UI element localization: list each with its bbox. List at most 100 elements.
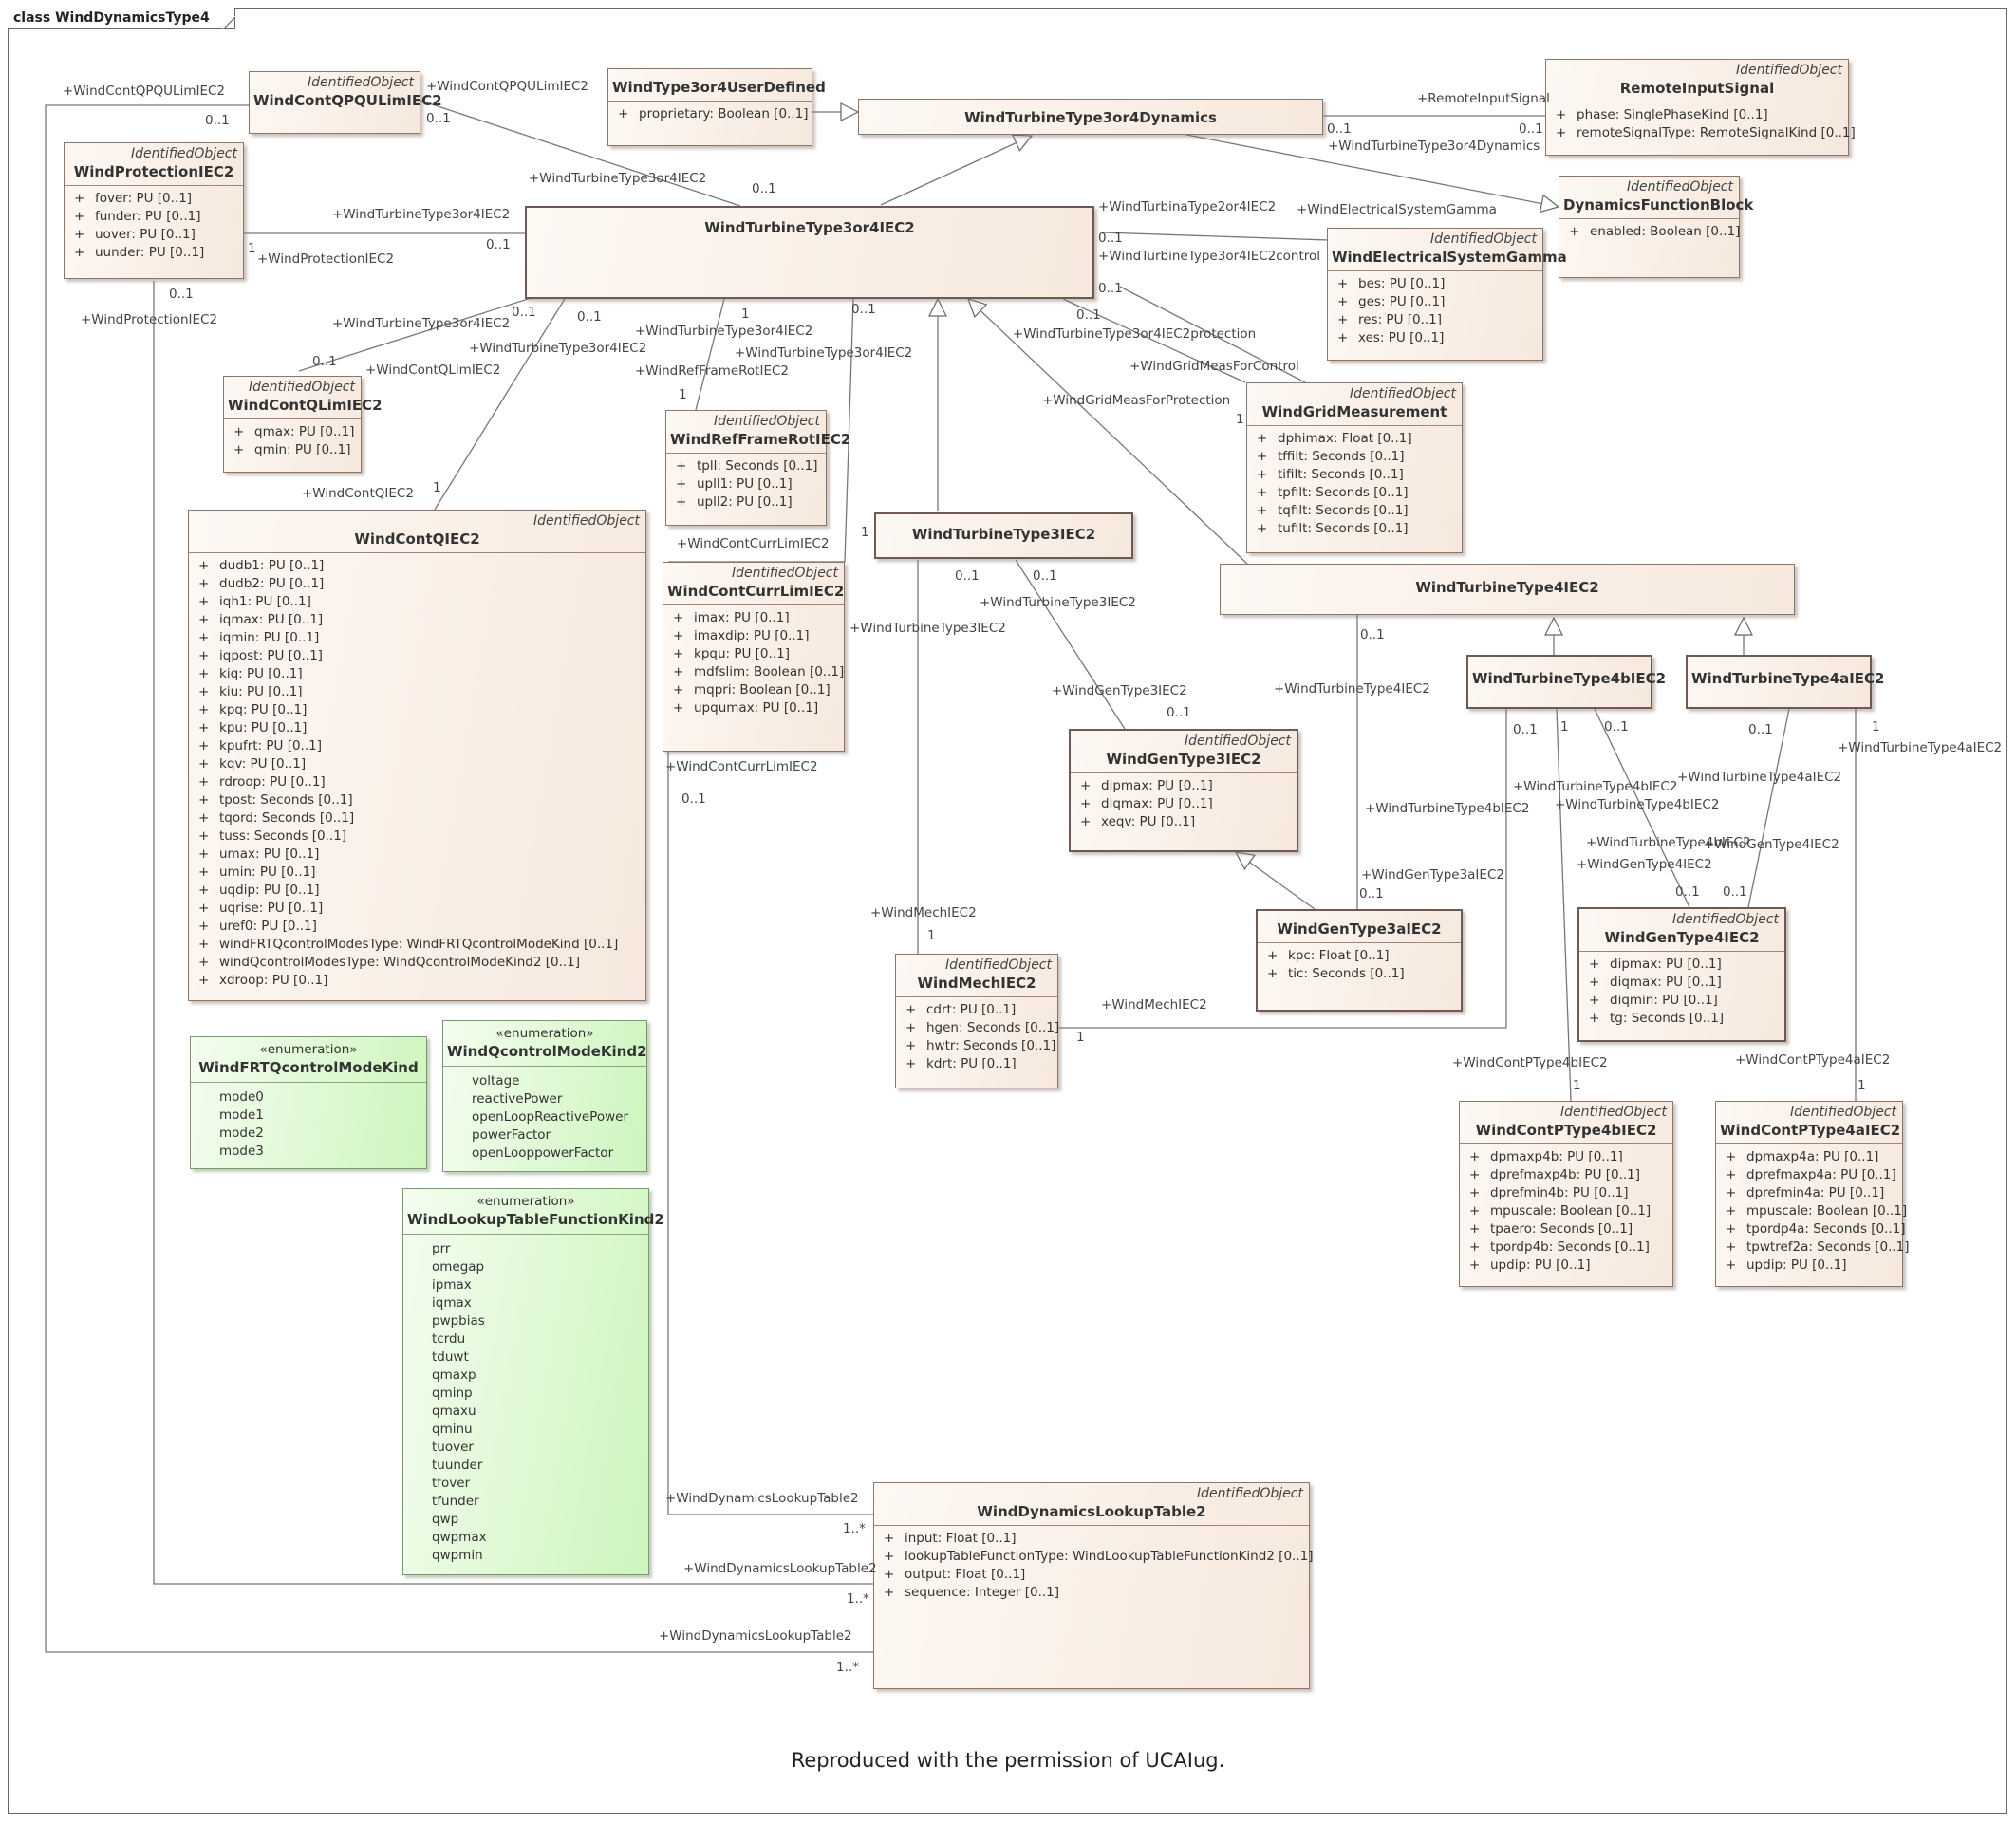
visibility-public: + (1469, 1257, 1481, 1273)
class-name: WindContPType4aIEC2 (1720, 1122, 1901, 1139)
role-label: +WindTurbineType3or4Dynamics (1328, 139, 1540, 154)
role-label: +WindRefFrameRotIEC2 (635, 363, 789, 379)
class-windgentype4iec2[interactable]: IdentifiedObject WindGenType4IEC2 + dipma… (1577, 907, 1786, 1042)
enum-windqcontrolmodekind2[interactable]: «enumeration» WindQcontrolModeKind2 volt… (442, 1020, 647, 1172)
multiplicity-label: 1 (861, 525, 869, 540)
class-windturbinetype4biec2[interactable]: WindTurbineType4bIEC2 (1466, 655, 1666, 709)
class-winddynamicslookuptable2[interactable]: IdentifiedObject WindDynamicsLookupTable… (873, 1482, 1313, 1689)
attribute: + imaxdip: PU [0..1] (663, 627, 844, 645)
class-name: WindDynamicsLookupTable2 (977, 1503, 1206, 1520)
attribute: + tffilt: Seconds [0..1] (1247, 448, 1462, 466)
attribute: + uunder: PU [0..1] (65, 244, 243, 262)
attribute-text: uover: PU [0..1] (95, 227, 196, 242)
enum-literal: mode2 (219, 1125, 264, 1141)
class-windmechiec2[interactable]: IdentifiedObject WindMechIEC2 + cdrt: PU … (895, 954, 1059, 1088)
class-name: WindGenType3aIEC2 (1277, 920, 1442, 938)
enum-windfrtqcontrolmodekind[interactable]: «enumeration» WindFRTQcontrolModeKind mo… (190, 1036, 427, 1169)
attribute-list: + bes: PU [0..1] + ges: PU [0..1] + res: PU [… (1328, 270, 1542, 351)
attribute: + mdfslim: Boolean [0..1] (663, 663, 844, 681)
visibility-public: + (1267, 948, 1279, 963)
multiplicity-label: 0..1 (169, 287, 194, 302)
attribute: + qmax: PU [0..1] (224, 423, 361, 441)
attribute: + tufilt: Seconds [0..1] (1247, 520, 1462, 538)
attribute: + res: PU [0..1] (1328, 311, 1542, 329)
attribute-list: + qmax: PU [0..1] + qmin: PU [0..1] (224, 418, 361, 463)
multiplicity-label: 1 (1857, 1078, 1866, 1093)
class-windturbinetype4aiec2[interactable]: WindTurbineType4aIEC2 (1686, 655, 1884, 709)
attribute-text: tufilt: Seconds [0..1] (1278, 521, 1409, 536)
enum-literal: omegap (432, 1259, 485, 1274)
visibility-public: + (198, 666, 210, 681)
attribute-text: tuss: Seconds [0..1] (219, 828, 347, 844)
visibility-public: + (198, 558, 210, 573)
class-windtype3or4userdefined[interactable]: WindType3or4UserDefined + proprietary: Bo… (607, 68, 826, 146)
enum-literal: tuover (432, 1440, 474, 1455)
enum-windlookuptablefunctionkind2[interactable]: «enumeration» WindLookupTableFunctionKin… (402, 1188, 664, 1575)
class-windcontqiec2[interactable]: IdentifiedObject WindContQIEC2 + dudb1: P… (188, 510, 646, 1001)
attribute-text: kpc: Float [0..1] (1288, 948, 1390, 963)
attribute-text: dipmax: PU [0..1] (1101, 778, 1213, 793)
attribute-text: tpordp4a: Seconds [0..1] (1746, 1221, 1906, 1236)
class-windcontqpqulimiec2[interactable]: IdentifiedObject WindContQPQULimIEC2 (249, 71, 442, 134)
class-windgentype3aiec2[interactable]: WindGenType3aIEC2 + kpc: Float [0..1] + tic… (1256, 909, 1463, 1012)
visibility-public: + (673, 682, 684, 697)
role-label: +WindDynamicsLookupTable2 (683, 1561, 877, 1576)
attribute-list: + dipmax: PU [0..1] + diqmax: PU [0..1] + diq… (1579, 951, 1784, 1032)
stereotype: IdentifiedObject (1429, 232, 1537, 247)
visibility-public: + (673, 700, 684, 716)
visibility-public: + (1469, 1167, 1481, 1182)
attribute-text: output: Float [0..1] (905, 1567, 1026, 1582)
class-windturbinetype3or4iec2[interactable]: WindTurbineType3or4IEC2 (525, 206, 1094, 299)
stereotype: IdentifiedObject (1626, 179, 1733, 195)
role-label: +WindContCurrLimIEC2 (665, 759, 818, 774)
multiplicity-label: 1..* (847, 1591, 869, 1607)
attribute-text: ges: PU [0..1] (1358, 294, 1446, 309)
class-windgridmeasurement[interactable]: IdentifiedObject WindGridMeasurement + dp… (1246, 382, 1463, 553)
attribute-list: + imax: PU [0..1] + imaxdip: PU [0..1] + kpqu… (663, 604, 844, 721)
attribute-text: uqrise: PU [0..1] (219, 901, 324, 916)
attribute-text: kpq: PU [0..1] (219, 702, 308, 717)
class-windcontcurrlimiec2[interactable]: IdentifiedObject WindContCurrLimIEC2 + im… (663, 562, 845, 752)
class-windgentype3iec2[interactable]: IdentifiedObject WindGenType3IEC2 + dipma… (1069, 729, 1298, 852)
class-name: WindTurbineType3or4IEC2 (704, 219, 915, 236)
attribute: + updip: PU [0..1] (1460, 1256, 1672, 1274)
attribute-text: kpu: PU [0..1] (219, 720, 308, 735)
enum-literal: qwp (432, 1512, 459, 1527)
class-windcontptype4aiec2[interactable]: IdentifiedObject WindContPType4aIEC2 + dp… (1715, 1101, 1910, 1287)
multiplicity-label: 1 (741, 307, 750, 322)
visibility-public: + (884, 1531, 895, 1546)
attribute-text: rdroop: PU [0..1] (219, 774, 326, 790)
attribute-text: updip: PU [0..1] (1746, 1257, 1847, 1273)
class-name: WindMechIEC2 (917, 975, 1036, 992)
multiplicity-label: 0..1 (312, 354, 337, 369)
class-windturbinetype3iec2[interactable]: WindTurbineType3IEC2 (874, 512, 1133, 559)
class-windprotectioniec2[interactable]: IdentifiedObject WindProtectionIEC2 + fov… (64, 142, 244, 279)
attribute-list: + fover: PU [0..1] + funder: PU [0..1] + uove… (65, 185, 243, 266)
attribute-text: remoteSignalType: RemoteSignalKind [0..1… (1577, 125, 1856, 140)
visibility-public: + (1469, 1221, 1481, 1236)
visibility-public: + (618, 106, 629, 121)
class-windcontptype4biec2[interactable]: IdentifiedObject WindContPType4bIEC2 + dp… (1459, 1101, 1673, 1287)
enum-stereotype: «enumeration» (476, 1194, 575, 1209)
class-windturbinetype3or4dynamics[interactable]: WindTurbineType3or4Dynamics (858, 99, 1323, 135)
class-name: WindGenType3IEC2 (1106, 751, 1261, 768)
stereotype: IdentifiedObject (1184, 734, 1291, 749)
class-dynamicsfunctionblock[interactable]: IdentifiedObject DynamicsFunctionBlock +… (1559, 176, 1753, 278)
class-windturbinetype4iec2[interactable]: WindTurbineType4IEC2 (1220, 564, 1795, 615)
class-windcontqlimiec2[interactable]: IdentifiedObject WindContQLimIEC2 + qmax:… (223, 376, 383, 473)
attribute: + tpwtref2a: Seconds [0..1] (1716, 1238, 1910, 1256)
attribute-text: tpfilt: Seconds [0..1] (1278, 485, 1409, 500)
role-label: +WindContPType4aIEC2 (1735, 1052, 1891, 1068)
attribute-list: + phase: SinglePhaseKind [0..1] + remoteSig… (1546, 102, 1856, 146)
class-remoteinputsignal[interactable]: IdentifiedObject RemoteInputSignal + phas… (1545, 59, 1856, 156)
multiplicity-label: 0..1 (1359, 886, 1384, 902)
attribute-text: dudb1: PU [0..1] (219, 558, 325, 573)
class-windelectricalsystemgamma[interactable]: IdentifiedObject WindElectricalSystemGam… (1327, 228, 1567, 361)
attribute: + tpfilt: Seconds [0..1] (1247, 484, 1462, 502)
visibility-public: + (198, 792, 210, 808)
attribute: + umin: PU [0..1] (189, 864, 645, 882)
visibility-public: + (1337, 294, 1349, 309)
attribute-text: sequence: Integer [0..1] (905, 1585, 1060, 1600)
class-windrefframerotiec2[interactable]: IdentifiedObject WindRefFrameRotIEC2 + tp… (665, 410, 850, 526)
role-label: +WindContCurrLimIEC2 (677, 536, 830, 551)
